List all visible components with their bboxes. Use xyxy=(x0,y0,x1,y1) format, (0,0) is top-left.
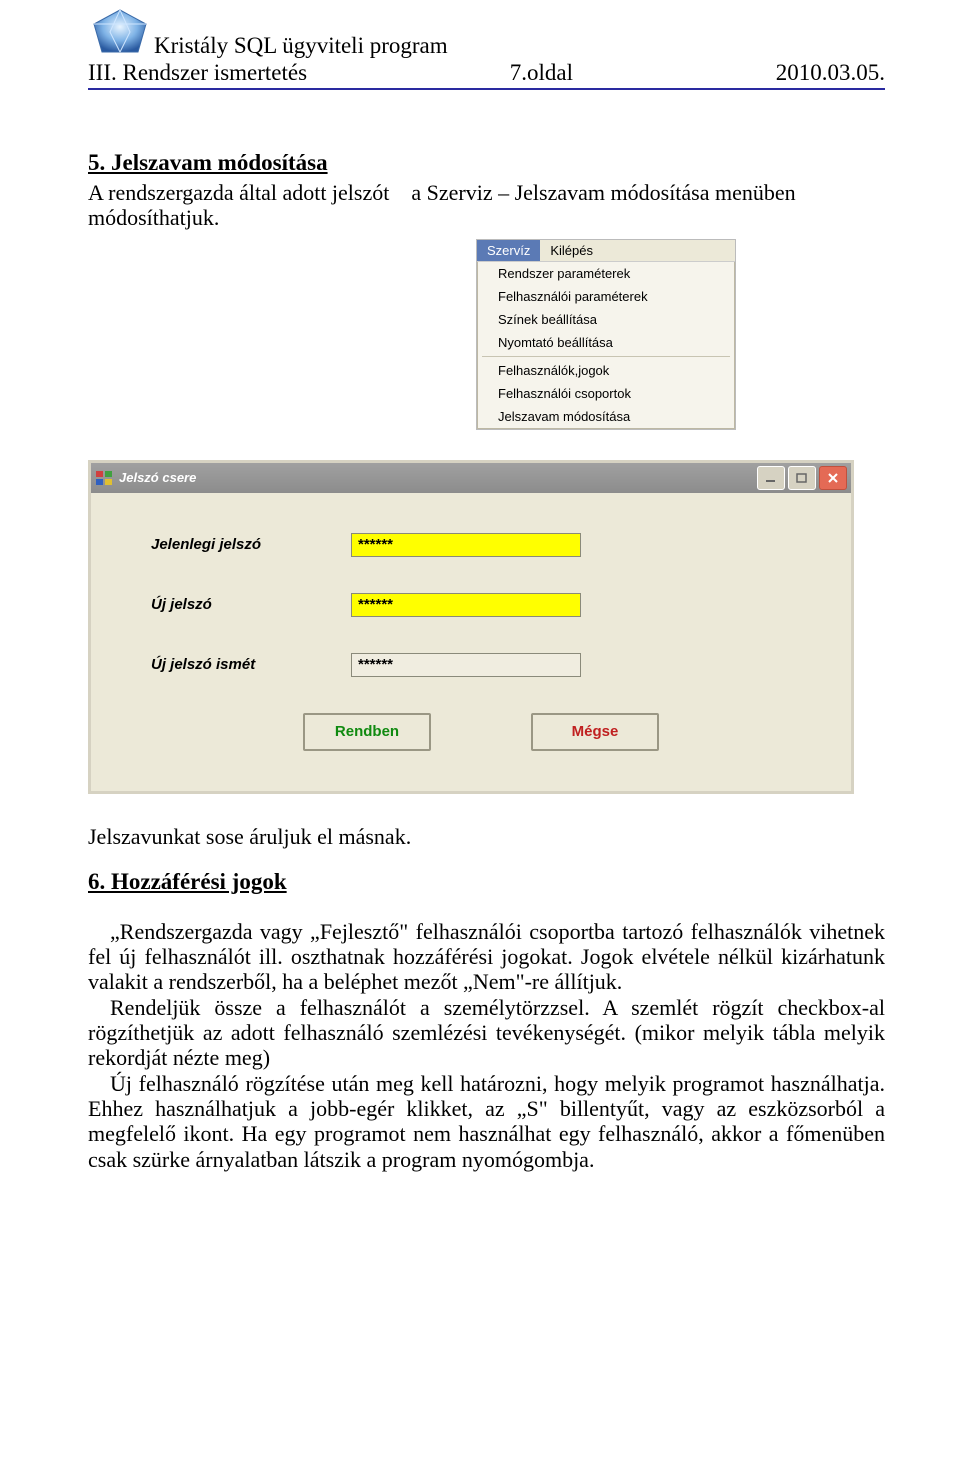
menu-serviz[interactable]: Szervíz xyxy=(477,240,540,261)
menu-item[interactable]: Nyomtató beállítása xyxy=(478,331,734,354)
close-icon xyxy=(827,472,839,484)
windows-icon xyxy=(95,470,113,486)
menu-item[interactable]: Felhasználói csoportok xyxy=(478,382,734,405)
menu-item[interactable]: Felhasználók,jogok xyxy=(478,359,734,382)
section5-intro: A rendszergazda által adott jelszót a Sz… xyxy=(88,180,885,231)
minimize-button[interactable] xyxy=(757,466,785,490)
current-password-label: Jelenlegi jelszó xyxy=(151,536,351,553)
menu-separator xyxy=(482,356,730,357)
section6-p3: Új felhasználó rögzítése után meg kell h… xyxy=(88,1071,885,1172)
after-dialog-note: Jelszavunkat sose áruljuk el másnak. xyxy=(88,824,885,849)
new-password-again-input[interactable] xyxy=(351,653,581,677)
section6-p2: Rendeljük össze a felhasználót a személy… xyxy=(88,995,885,1071)
cancel-button[interactable]: Mégse xyxy=(531,713,659,751)
minimize-icon xyxy=(765,473,777,483)
menu-item[interactable]: Jelszavam módosítása xyxy=(478,405,734,428)
menu-item[interactable]: Felhasználói paraméterek xyxy=(478,285,734,308)
program-title: Kristály SQL ügyviteli program xyxy=(154,33,448,62)
new-password-input[interactable] xyxy=(351,593,581,617)
current-password-input[interactable] xyxy=(351,533,581,557)
menu-item[interactable]: Színek beállítása xyxy=(478,308,734,331)
header-divider xyxy=(88,88,885,90)
section6-title: 6. Hozzáférési jogok xyxy=(88,869,885,895)
menu-screenshot: Szervíz Kilépés Rendszer paraméterek Fel… xyxy=(476,239,736,430)
dialog-titlebar: Jelszó csere xyxy=(91,463,851,493)
crystal-logo-icon xyxy=(88,6,152,62)
menu-bar: Szervíz Kilépés xyxy=(477,240,735,262)
section5-title: 5. Jelszavam módosítása xyxy=(88,150,885,176)
menu-kilepes[interactable]: Kilépés xyxy=(540,240,603,261)
maximize-icon xyxy=(796,473,808,483)
date-label: 2010.03.05. xyxy=(776,60,885,86)
new-password-again-label: Új jelszó ismét xyxy=(151,656,351,673)
dialog-title: Jelszó csere xyxy=(119,470,757,485)
page-label: 7.oldal xyxy=(510,60,573,86)
section6-p1: „Rendszergazda vagy „Fejlesztő" felhaszn… xyxy=(88,919,885,995)
chapter-label: III. Rendszer ismertetés xyxy=(88,60,307,86)
maximize-button[interactable] xyxy=(788,466,816,490)
new-password-label: Új jelszó xyxy=(151,596,351,613)
close-button[interactable] xyxy=(819,466,847,490)
doc-header: Kristály SQL ügyviteli program xyxy=(88,0,885,62)
password-dialog: Jelszó csere Jelenlegi jelszó Új jelszó xyxy=(88,460,854,794)
doc-subheader: III. Rendszer ismertetés 7.oldal 2010.03… xyxy=(88,60,885,86)
ok-button[interactable]: Rendben xyxy=(303,713,431,751)
dropdown-menu: Rendszer paraméterek Felhasználói paramé… xyxy=(477,262,735,429)
menu-item[interactable]: Rendszer paraméterek xyxy=(478,262,734,285)
